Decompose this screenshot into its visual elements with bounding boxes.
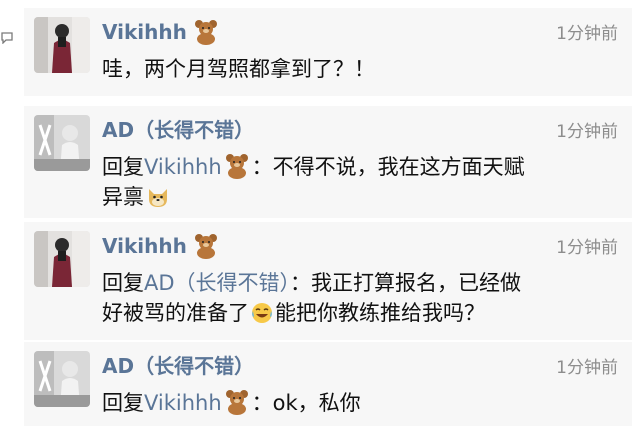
avatar[interactable] bbox=[34, 231, 90, 287]
comment-item: Vikihhh 1分钟前 回复AD（长得不错）：我正打算报名，已经做 好被骂的准… bbox=[24, 222, 632, 340]
comment-body-line2: 异禀 bbox=[102, 185, 144, 209]
comment-body-line2a: 好被骂的准备了 bbox=[102, 301, 249, 325]
comment-text[interactable]: 回复Vikihhh ：ok，私你 bbox=[102, 388, 617, 418]
left-edge bbox=[0, 0, 14, 439]
comment-text[interactable]: 回复Vikihhh ：不得不说，我在这方面天赋 异禀 bbox=[102, 152, 617, 212]
reply-colon: ： bbox=[251, 391, 273, 415]
bear-emoji-icon bbox=[224, 153, 250, 179]
author-name[interactable]: AD（长得不错） bbox=[102, 116, 254, 144]
author-name[interactable]: Vikihhh bbox=[102, 232, 219, 260]
comment-body-line1: 我正打算报名，已经做 bbox=[311, 271, 522, 295]
author-name[interactable]: AD（长得不错） bbox=[102, 352, 254, 380]
timestamp: 1分钟前 bbox=[556, 238, 618, 258]
reply-colon: ： bbox=[251, 155, 273, 179]
avatar[interactable] bbox=[34, 17, 90, 73]
bear-emoji-icon bbox=[224, 389, 250, 415]
comment-text[interactable]: 回复AD（长得不错）：我正打算报名，已经做 好被骂的准备了 能把你教练推给我吗？ bbox=[102, 268, 617, 328]
comment-item: AD（长得不错） 1分钟前 回复Vikihhh ：不得不说，我在这方面天赋 异禀 bbox=[24, 106, 632, 218]
timestamp: 1分钟前 bbox=[556, 122, 618, 142]
reply-to-user[interactable]: Vikihhh bbox=[144, 155, 222, 179]
reply-colon: ： bbox=[290, 271, 312, 295]
author-name[interactable]: Vikihhh bbox=[102, 18, 219, 46]
comment-text[interactable]: 哇，两个月驾照都拿到了？！ bbox=[102, 54, 617, 84]
comment-body-line2b: 能把你教练推给我吗？ bbox=[275, 301, 485, 325]
comment-icon bbox=[1, 32, 13, 44]
timestamp: 1分钟前 bbox=[556, 358, 618, 378]
reply-prefix: 回复 bbox=[102, 271, 144, 295]
bear-emoji-icon bbox=[193, 233, 219, 259]
reply-prefix: 回复 bbox=[102, 155, 144, 179]
reply-to-user[interactable]: Vikihhh bbox=[144, 391, 222, 415]
doge-emoji-icon bbox=[146, 185, 170, 209]
bear-emoji-icon bbox=[193, 19, 219, 45]
reply-to-user[interactable]: AD（长得不错） bbox=[144, 271, 290, 295]
comment-item: Vikihhh 1分钟前 哇，两个月驾照都拿到了？！ bbox=[24, 8, 632, 96]
comment-body: ok，私你 bbox=[272, 391, 361, 415]
author-name-text[interactable]: Vikihhh bbox=[102, 232, 187, 260]
tears-of-joy-emoji-icon bbox=[250, 301, 274, 325]
comment-body-line1: 不得不说，我在这方面天赋 bbox=[272, 155, 525, 179]
reply-prefix: 回复 bbox=[102, 391, 144, 415]
timestamp: 1分钟前 bbox=[556, 24, 618, 44]
avatar[interactable] bbox=[34, 115, 90, 171]
comment-item: AD（长得不错） 1分钟前 回复Vikihhh ：ok，私你 bbox=[24, 342, 632, 426]
avatar[interactable] bbox=[34, 351, 90, 407]
author-name-text[interactable]: Vikihhh bbox=[102, 18, 187, 46]
